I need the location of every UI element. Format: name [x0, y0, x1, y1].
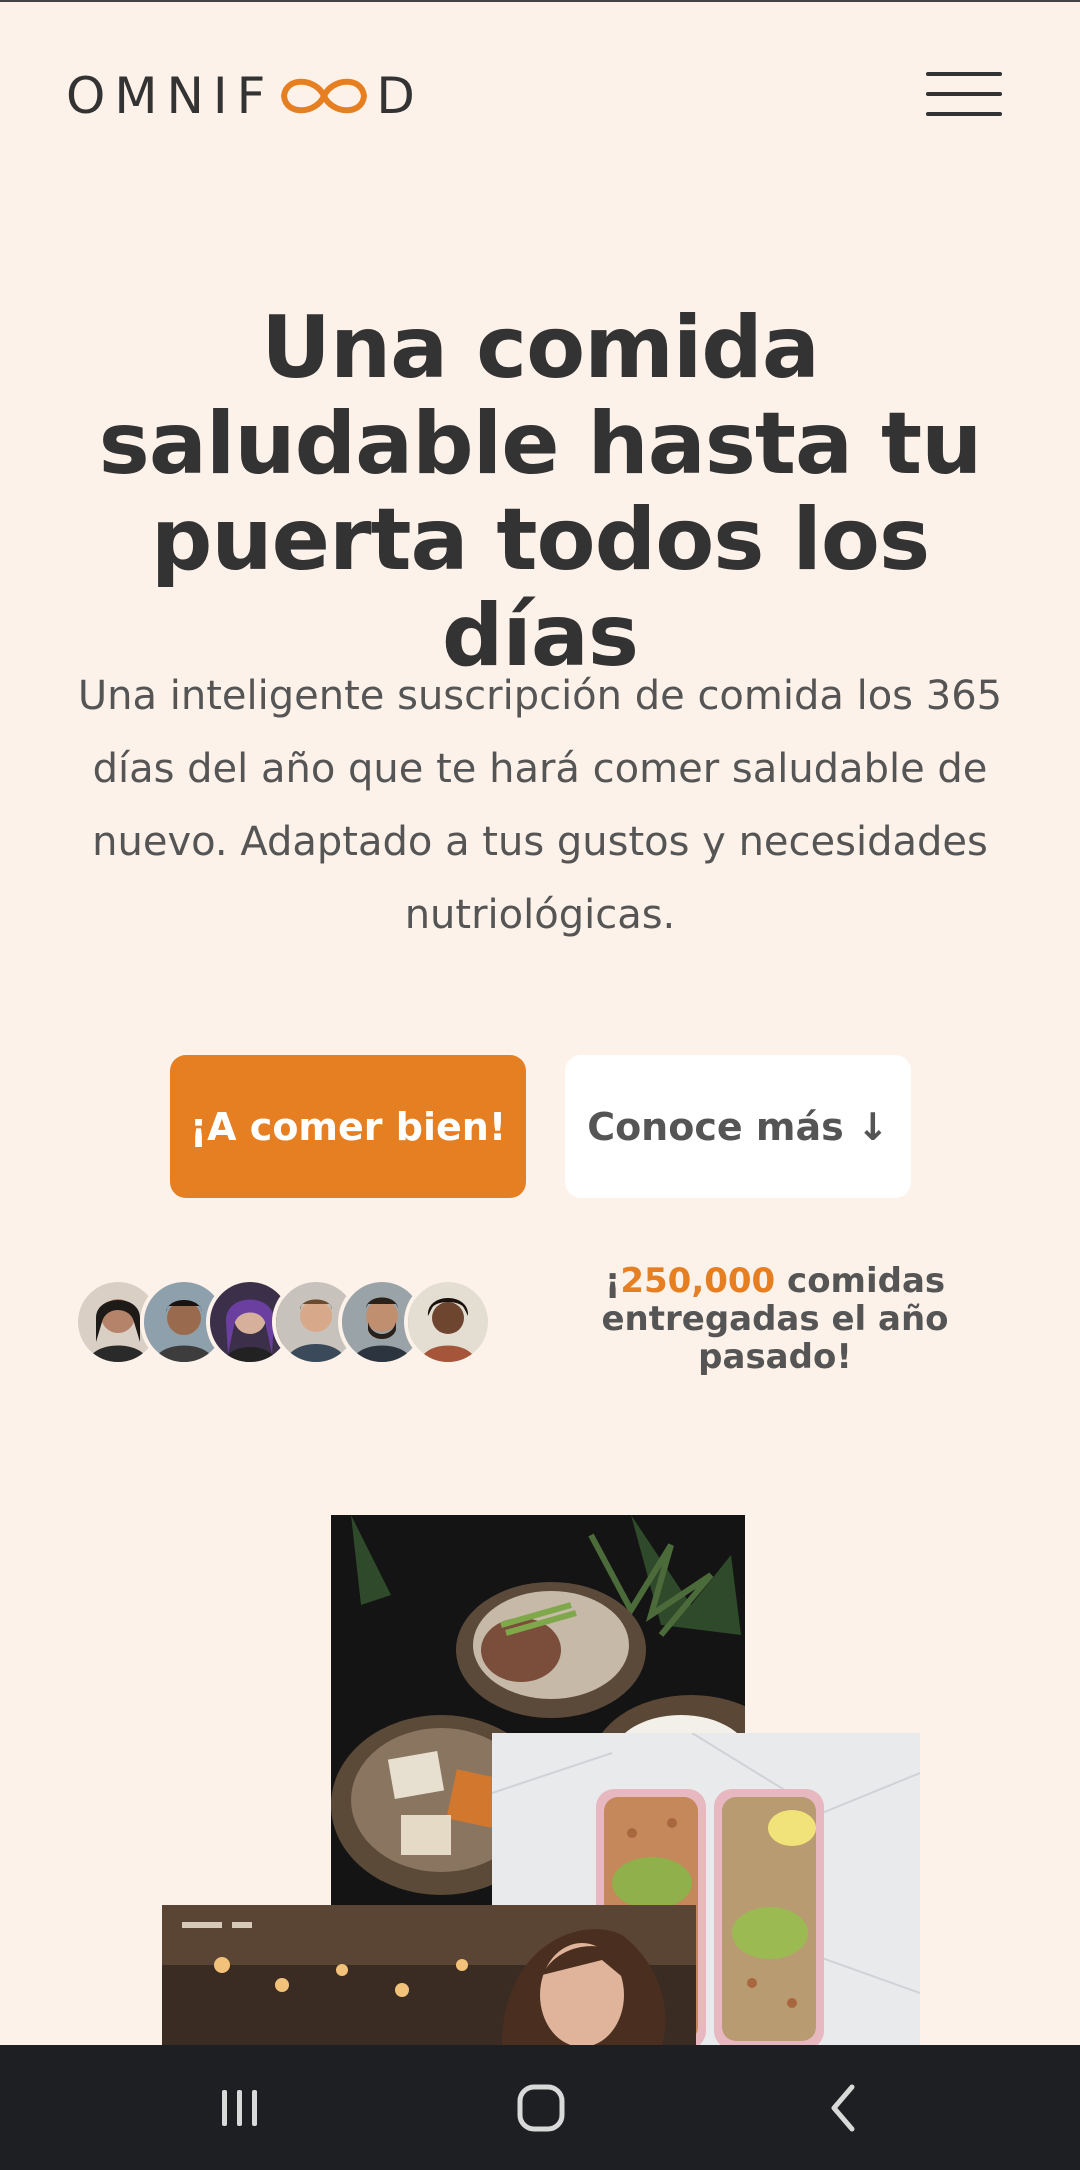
start-eating-button[interactable]: ¡A comer bien!	[170, 1055, 526, 1198]
hero-title-line-2: saludable hasta tu	[98, 394, 983, 494]
learn-more-button[interactable]: Conoce más ↓	[565, 1055, 911, 1198]
customer-avatars	[74, 1278, 492, 1366]
hero-title-line-3: puerta todos los días	[150, 490, 930, 686]
logo-text-start: OMNIF	[66, 67, 275, 125]
meals-delivered-text: ¡250,000 comidas entregadas el año pasad…	[580, 1262, 970, 1376]
woman-eating-image	[162, 1905, 696, 2045]
home-icon[interactable]	[481, 2045, 601, 2170]
delivered-count: 250,000	[620, 1261, 776, 1301]
avatar	[404, 1278, 492, 1366]
recent-apps-icon[interactable]	[180, 2045, 300, 2170]
delivered-prefix: ¡	[604, 1261, 621, 1301]
hamburger-menu-icon[interactable]	[926, 70, 1002, 118]
back-icon[interactable]	[784, 2045, 904, 2170]
site-header: OMNIF D	[0, 0, 1080, 190]
logo-text-end: D	[376, 67, 424, 125]
infinity-logo-icon	[276, 70, 372, 122]
hero-description: Una inteligente suscripción de comida lo…	[77, 673, 1003, 938]
system-navigation-bar	[0, 2045, 1080, 2170]
hero-title: Una comida saludable hasta tu puerta tod…	[40, 300, 1040, 684]
hero-title-line-1: Una comida	[261, 298, 820, 398]
omnifood-logo[interactable]: OMNIF D	[66, 67, 424, 125]
